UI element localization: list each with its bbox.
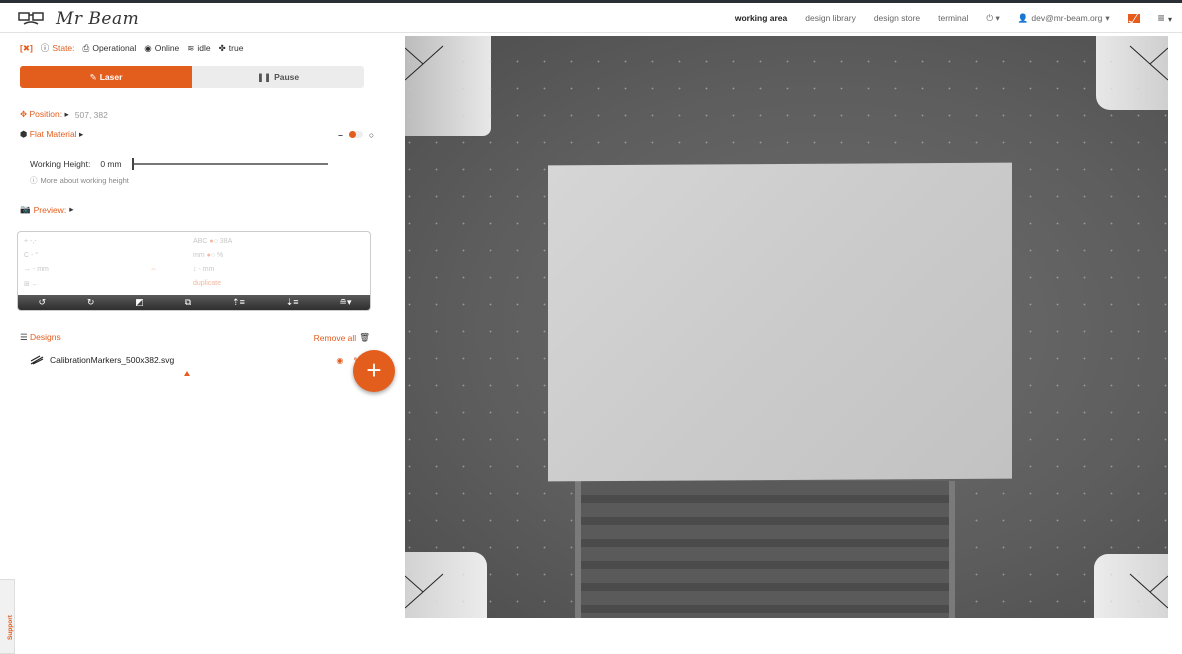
working-area-canvas[interactable] (405, 36, 1168, 618)
chevron-down-icon: ▾ (995, 12, 1000, 23)
list-icon: ☰ (20, 332, 28, 342)
puzzle-icon: ✤ (218, 42, 226, 53)
design-name: CalibrationMarkers_500x382.svg (50, 355, 175, 365)
pause-button[interactable]: ❚❚ Pause (192, 66, 364, 88)
working-height-row: Working Height: 0 mm (30, 158, 328, 170)
eye-icon[interactable]: ◉ (336, 356, 343, 365)
slider-handle[interactable] (131, 158, 134, 170)
pause-icon: ❚❚ (256, 71, 272, 82)
chevron-down-icon: ▾ (1167, 15, 1172, 24)
info-icon: ⓘ (30, 176, 38, 185)
fan-icon: ≋ (187, 42, 195, 53)
designs-header: ☰ Designs Remove all 🗑 (20, 332, 370, 343)
working-height-value: 0 mm (100, 159, 122, 169)
caret-up-icon[interactable] (184, 371, 190, 376)
status-online: ◉ Online (144, 42, 180, 54)
printer-icon: ⎙ (82, 42, 90, 53)
user-menu[interactable]: 👤 dev@mr-beam.org ▾ (1018, 13, 1110, 24)
info-icon: ⓘ (40, 43, 50, 53)
working-height-more-link[interactable]: ⓘ More about working height (30, 175, 129, 186)
tb-height[interactable]: ↕ - mm (193, 266, 214, 273)
tb-unit[interactable]: mm ●○ % (193, 252, 223, 259)
sort-up-icon[interactable]: ⇡≡ (232, 297, 245, 308)
position-value: 507, 382 (74, 109, 108, 120)
caret-right-icon: ▸ (64, 109, 69, 119)
plus-icon: + (366, 355, 382, 385)
user-email: dev@mr-beam.org (1031, 13, 1103, 23)
status-flag: ✤ true (218, 42, 244, 54)
navbar: Mr Beam working area design library desi… (0, 3, 1182, 33)
state-label: ⓘ State: (40, 43, 75, 53)
tb-font[interactable]: ABC ●○ 38A (193, 238, 232, 245)
toolbox-action-bar: ↺ ↻ ◩ ⧉ ⇡≡ ⇣≡ ≘▾ (18, 295, 370, 310)
tb-rotate[interactable]: C - ° (24, 252, 38, 259)
move-icon: ✥ (20, 109, 28, 119)
laser-button[interactable]: ✎ Laser (20, 66, 192, 88)
tb-grid[interactable]: ⊞ ← (24, 280, 39, 288)
menu-icon: ≡ (1157, 11, 1165, 25)
status-idle: ≋ idle (187, 42, 211, 54)
state-bracket[interactable]: [✖] (20, 43, 33, 54)
align-icon[interactable]: ≘▾ (339, 297, 351, 308)
support-tab[interactable]: Support (0, 579, 15, 654)
tb-lock[interactable]: ⇔ (150, 266, 157, 273)
power-icon: ⏻ (986, 12, 994, 23)
caret-right-icon: ▸ (69, 204, 74, 214)
logo-text: Mr Beam (56, 9, 140, 29)
cube-icon: ⬢ (20, 129, 28, 139)
main-nav: working area design library design store… (735, 3, 1172, 33)
add-design-button[interactable]: + (353, 350, 395, 392)
tb-width[interactable]: ↔ - mm (24, 266, 49, 273)
copy-icon[interactable]: ⧉ (185, 297, 191, 308)
circle-icon[interactable]: ○ (369, 130, 374, 140)
nav-working-area[interactable]: working area (735, 13, 787, 23)
position-row: ✥ Position: ▸ 507, 382 (20, 109, 108, 120)
preview-toggle[interactable]: 📷 Preview: ▸ (20, 204, 73, 215)
sort-down-icon[interactable]: ⇣≡ (286, 297, 299, 308)
nav-design-store[interactable]: design store (874, 13, 920, 23)
scrollbar-gutter (1168, 36, 1182, 620)
mail-icon[interactable] (1127, 13, 1140, 23)
working-height-label: Working Height: (30, 159, 91, 169)
camera-icon: 📷 (20, 204, 31, 214)
rotate-right-icon[interactable]: ↻ (87, 297, 95, 308)
glasses-mustache-icon (18, 12, 44, 25)
toggle-switch[interactable] (348, 131, 363, 138)
minus-icon[interactable]: – (338, 130, 343, 140)
trash-icon: 🗑 (359, 332, 370, 342)
nav-design-library[interactable]: design library (805, 13, 856, 23)
sidebar: [✖] ⓘ State: ⎙ Operational ◉ Online ≋ idle … (0, 34, 404, 654)
remove-all-button[interactable]: Remove all 🗑 (314, 332, 370, 343)
working-height-slider[interactable] (131, 158, 328, 170)
laser-icon: ✎ (89, 71, 97, 82)
power-menu[interactable]: ⏻ ▾ (986, 13, 999, 24)
flip-icon[interactable]: ◩ (135, 297, 144, 308)
laser-pause-group: ✎ Laser ❚❚ Pause (20, 66, 364, 88)
designs-title: ☰ Designs (20, 332, 61, 342)
rotate-left-icon[interactable]: ↺ (38, 297, 46, 308)
globe-icon: ◉ (144, 42, 152, 53)
state-row: [✖] ⓘ State: ⎙ Operational ◉ Online ≋ idle … (20, 42, 243, 54)
tb-duplicate[interactable]: duplicate (193, 280, 221, 287)
status-operational: ⎙ Operational (82, 42, 137, 54)
caret-right-icon: ▸ (78, 129, 84, 139)
chevron-down-icon: ▾ (1105, 12, 1110, 23)
flat-material-toggle[interactable]: ⬢ Flat Material ▸ (20, 129, 83, 140)
calibration-markers (405, 45, 1168, 609)
position-toggle[interactable]: ✥ Position: ▸ (20, 109, 69, 120)
list-item[interactable]: CalibrationMarkers_500x382.svg ◉ ✎ (30, 355, 360, 365)
user-icon: 👤 (1017, 12, 1029, 23)
transform-toolbox: + -,- ABC ●○ 38A C - ° mm ●○ % ↔ - mm ⇔ … (17, 231, 371, 311)
material-toggles: – ○ (338, 130, 374, 140)
tb-translate[interactable]: + -,- (24, 238, 37, 245)
svg-file-icon (30, 355, 44, 365)
nav-terminal[interactable]: terminal (938, 13, 968, 23)
flat-material-row: ⬢ Flat Material ▸ – ○ (20, 129, 374, 140)
hamburger-menu[interactable]: ≡ ▾ (1158, 11, 1172, 25)
logo[interactable]: Mr Beam (18, 7, 139, 31)
